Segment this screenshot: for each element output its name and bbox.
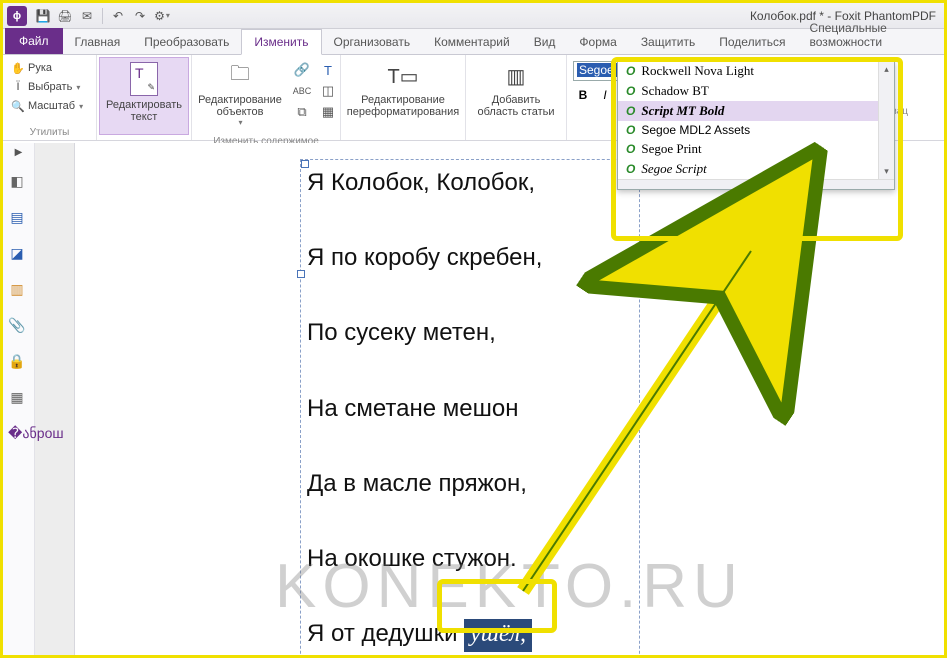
tab-поделиться[interactable]: Поделиться — [707, 30, 797, 54]
doc-line[interactable]: Я по коробу скребен, — [307, 242, 542, 273]
selected-word[interactable]: ушёл, — [464, 619, 532, 652]
tool-hand[interactable]: ✋Рука — [11, 59, 83, 77]
tool-select[interactable]: ΪВыбрать▾ — [11, 78, 83, 96]
font-option[interactable]: OSegoe Script — [618, 159, 894, 179]
opentype-icon: O — [626, 64, 635, 78]
tab-специальные возможности[interactable]: Специальные возможности — [798, 16, 944, 54]
scroll-up-icon[interactable]: ▴ — [879, 61, 894, 77]
bookmarks-panel-button[interactable]: ◧ — [8, 173, 26, 191]
security-panel-button[interactable]: 🔒 — [8, 353, 26, 371]
side-toolstrip: ◧ ▤ ◪ ▥ 📎 🔒 ▦ �ანрош — [7, 173, 27, 443]
doc-line[interactable]: Я Колобок, Колобок, — [307, 167, 542, 198]
quick-access-toolbar: 💾 🖨 ✉ ↶ ↷ ⚙▾ — [33, 6, 172, 26]
edit-objects-button[interactable]: 🗀 Редактирование объектов▾ — [194, 57, 286, 135]
doc-line[interactable]: На окошке стужон. — [307, 543, 542, 574]
qat-print-button[interactable]: 🖨 — [55, 6, 75, 26]
add-article-area-icon: ▥ — [501, 61, 531, 91]
qat-mail-button[interactable]: ✉ — [77, 6, 97, 26]
qat-redo-button[interactable]: ↷ — [130, 6, 150, 26]
doc-line[interactable]: По сусеку метен, — [307, 317, 542, 348]
font-option[interactable]: ORockwell Nova Light — [618, 61, 894, 81]
edit-text-button[interactable]: T ✎ Редактировать текст — [99, 57, 189, 135]
bold-button[interactable]: B — [573, 85, 593, 105]
expand-nav-icon: ▶ — [15, 147, 23, 158]
tool-zoom[interactable]: 🔍Масштаб▾ — [11, 97, 83, 115]
tab-file[interactable]: Файл — [5, 28, 63, 54]
link-tool-button[interactable]: 🔗 — [292, 61, 312, 79]
font-dropdown-list[interactable]: ORockwell Nova LightOSchadow BTOScript M… — [617, 61, 895, 190]
qat-customize-button[interactable]: ⚙▾ — [152, 6, 172, 26]
tab-комментарий[interactable]: Комментарий — [422, 30, 522, 54]
dropdown-resize-handle[interactable]: ⋯ — [618, 179, 894, 189]
qat-undo-button[interactable]: ↶ — [108, 6, 128, 26]
reflow-edit-icon: T▭ — [388, 61, 418, 91]
qat-save-button[interactable]: 💾 — [33, 6, 53, 26]
add-article-area-button[interactable]: ▥ Добавить область статьи — [468, 57, 564, 135]
layers-panel-button[interactable]: ◪ — [8, 245, 26, 263]
ribbon-tabs: Файл ГлавнаяПреобразоватьИзменитьОрганиз… — [3, 29, 944, 55]
document-page[interactable]: Я Колобок, Колобок, Я по коробу скребен, П… — [75, 143, 944, 655]
opentype-icon: O — [626, 84, 635, 98]
tab-форма[interactable]: Форма — [567, 30, 628, 54]
workspace: ▶ Я Колобок, Колобок, Я по коробу скребен… — [3, 143, 944, 655]
abc-tool-button[interactable]: ABC — [292, 82, 312, 100]
tab-защитить[interactable]: Защитить — [629, 30, 707, 54]
pages-panel-button[interactable]: ▤ — [8, 209, 26, 227]
tab-преобразовать[interactable]: Преобразовать — [132, 30, 241, 54]
doc-line[interactable]: Я от дедушки ушёл, — [307, 618, 542, 652]
app-logo: ϕ — [7, 6, 27, 26]
tab-изменить[interactable]: Изменить — [241, 29, 321, 55]
font-option[interactable]: OSchadow BT — [618, 81, 894, 101]
font-option[interactable]: OSegoe MDL2 Assets — [618, 121, 894, 139]
tab-организовать[interactable]: Организовать — [322, 30, 423, 54]
image-tool-button[interactable]: ▦ — [318, 103, 338, 121]
edit-text-icon: T ✎ — [130, 62, 158, 96]
opentype-icon: O — [626, 162, 635, 176]
scroll-down-icon[interactable]: ▾ — [879, 163, 894, 179]
join-tool-button[interactable]: ⧉ — [292, 103, 312, 121]
doc-line[interactable]: На сметане мешон — [307, 393, 542, 424]
text-tool-button[interactable]: T — [318, 61, 338, 79]
qat-separator — [102, 8, 103, 24]
fields-panel-button[interactable]: ▦ — [8, 389, 26, 407]
italic-button[interactable]: I — [595, 85, 615, 105]
reflow-edit-button[interactable]: T▭ Редактирование переформатирования — [343, 57, 463, 135]
tab-вид[interactable]: Вид — [522, 30, 568, 54]
edit-objects-icon: 🗀 — [225, 61, 255, 91]
opentype-icon: O — [626, 142, 635, 156]
attachments-panel-button[interactable]: 📎 — [8, 317, 26, 335]
font-option[interactable]: OScript MT Bold — [618, 101, 894, 121]
doc-line[interactable]: Да в масле пряжон, — [307, 468, 542, 499]
tab-главная[interactable]: Главная — [63, 30, 133, 54]
signatures-panel-button[interactable]: �ანрош — [8, 425, 26, 443]
comments-panel-button[interactable]: ▥ — [8, 281, 26, 299]
shapes-tool-button[interactable]: ◫ — [318, 82, 338, 100]
opentype-icon: O — [626, 123, 635, 137]
group-utilities-label: Утилиты — [11, 126, 88, 140]
opentype-icon: O — [626, 104, 635, 118]
font-option[interactable]: OSegoe Print — [618, 139, 894, 159]
page-area[interactable]: Я Колобок, Колобок, Я по коробу скребен, П… — [35, 143, 944, 655]
document-text[interactable]: Я Колобок, Колобок, Я по коробу скребен, П… — [307, 167, 542, 655]
